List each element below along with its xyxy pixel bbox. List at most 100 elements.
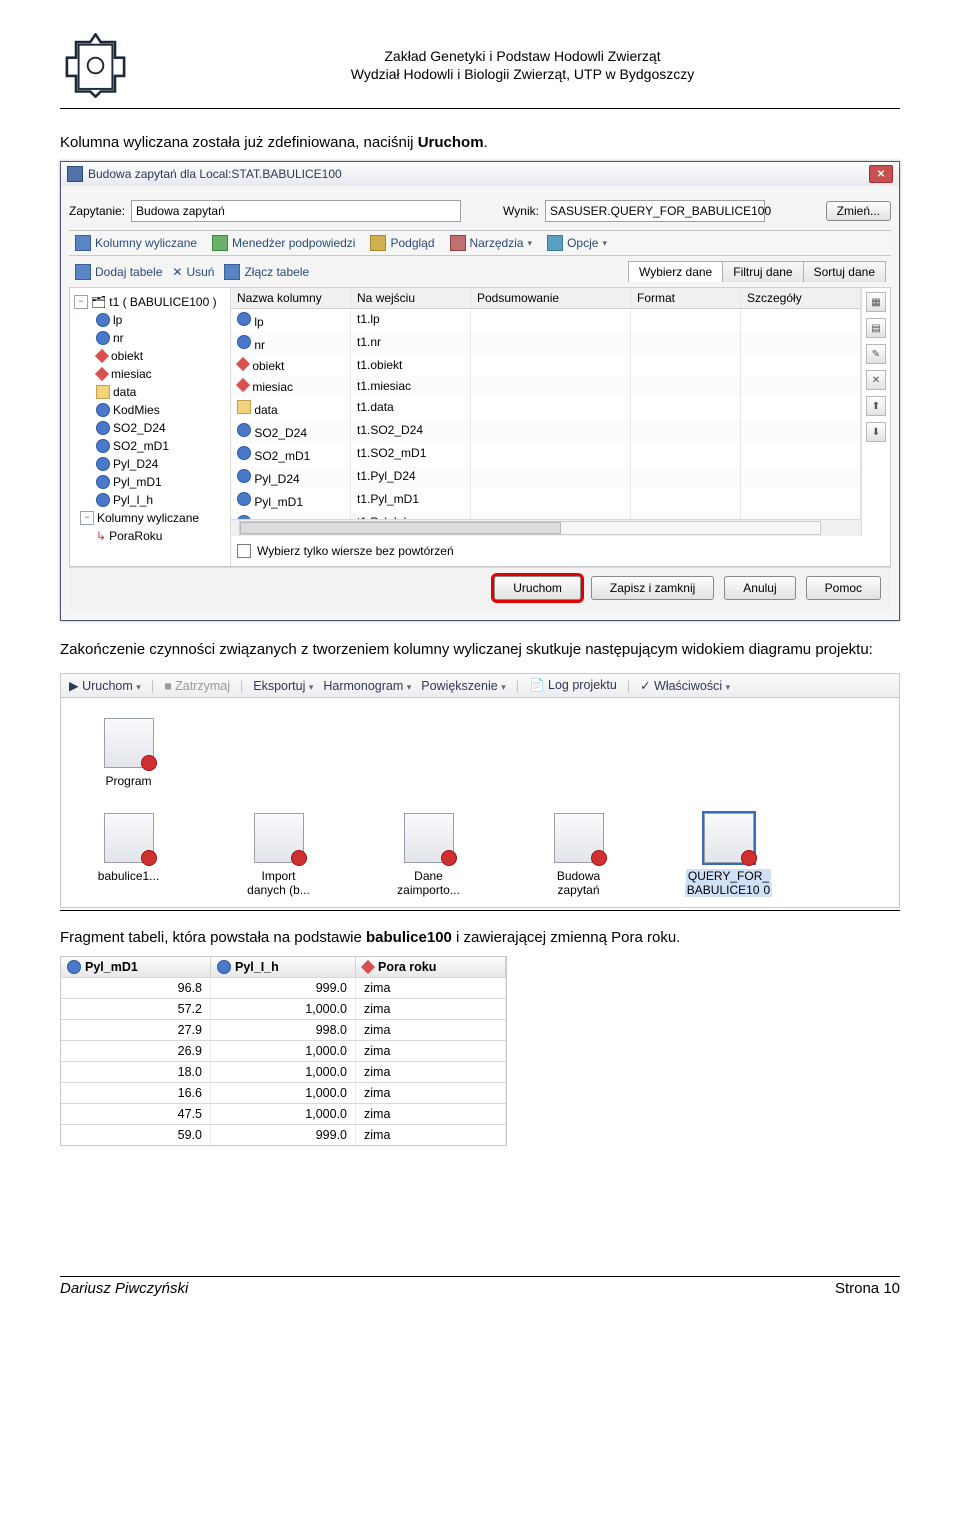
tree-item-KodMies[interactable]: KodMies bbox=[74, 401, 226, 419]
wynik-input[interactable]: SASUSER.QUERY_FOR_BABULICE100 bbox=[545, 200, 765, 222]
tree-item-SO2_mD1[interactable]: SO2_mD1 bbox=[74, 437, 226, 455]
grid-row[interactable]: lpt1.lp bbox=[231, 309, 861, 332]
builder-toolbar: Kolumny wyliczane Menedżer podpowiedzi P… bbox=[69, 230, 891, 256]
tab-sortuj-dane[interactable]: Sortuj dane bbox=[803, 261, 886, 282]
grid-icon[interactable]: ▤ bbox=[866, 318, 886, 338]
table-row: 26.91,000.0zima bbox=[61, 1040, 506, 1061]
node-icon bbox=[254, 813, 304, 863]
zlacz-tabele-button[interactable]: Złącz tabele bbox=[224, 264, 309, 280]
tree-item-miesiac[interactable]: miesiac bbox=[74, 365, 226, 383]
move-up-icon[interactable]: ⬆ bbox=[866, 396, 886, 416]
minus-icon[interactable]: − bbox=[74, 295, 88, 309]
table-row: 96.8999.0zima bbox=[61, 977, 506, 998]
zmien-button[interactable]: Zmień... bbox=[826, 201, 891, 221]
grid-row[interactable]: SO2_D24t1.SO2_D24 bbox=[231, 420, 861, 443]
anuluj-button[interactable]: Anuluj bbox=[724, 576, 795, 600]
horizontal-scrollbar[interactable] bbox=[231, 519, 861, 536]
podglad-button[interactable]: Podgląd bbox=[370, 235, 434, 251]
tree-item-lp[interactable]: lp bbox=[74, 311, 226, 329]
columns-icon bbox=[75, 235, 91, 251]
node-budowa[interactable]: Budowazapytań bbox=[531, 813, 626, 897]
tree-item-Pyl_mD1[interactable]: Pyl_mD1 bbox=[74, 473, 226, 491]
node-babulice1[interactable]: babulice1... bbox=[81, 813, 176, 897]
grid-row[interactable]: Pyl_I_ht1.Pyl_I_h bbox=[231, 512, 861, 519]
tree-item-data[interactable]: data bbox=[74, 383, 226, 401]
minus-icon[interactable]: − bbox=[80, 511, 94, 525]
page-footer: Dariusz Piwczyński Strona 10 bbox=[60, 1276, 900, 1297]
node-query_for_[interactable]: QUERY_FOR_BABULICE100 bbox=[681, 813, 776, 897]
zapytanie-label: Zapytanie: bbox=[69, 204, 125, 218]
wynik-label: Wynik: bbox=[503, 204, 539, 218]
grid-row[interactable]: SO2_mD1t1.SO2_mD1 bbox=[231, 443, 861, 466]
tree-item-Pyl_D24[interactable]: Pyl_D24 bbox=[74, 455, 226, 473]
grid-row[interactable]: datat1.data bbox=[231, 397, 861, 420]
tree-computed-group: Kolumny wyliczane bbox=[97, 509, 199, 527]
run-menu[interactable]: ▶ Uruchom ▾ bbox=[69, 678, 141, 693]
zapytanie-input[interactable]: Budowa zapytań bbox=[131, 200, 461, 222]
col-pora-roku: Pora roku bbox=[356, 957, 506, 977]
header-line1: Zakład Genetyki i Podstaw Hodowli Zwierz… bbox=[145, 47, 900, 65]
table-row: 57.21,000.0zima bbox=[61, 998, 506, 1019]
node-dane[interactable]: Danezaimporto... bbox=[381, 813, 476, 897]
dodaj-tabele-button[interactable]: Dodaj tabele bbox=[75, 264, 162, 280]
source-tree[interactable]: −🗂 t1 ( BABULICE100 ) lp nr obiekt miesi… bbox=[70, 288, 231, 566]
powiekszenie-menu[interactable]: Powiększenie ▾ bbox=[421, 679, 505, 693]
narzedzia-menu[interactable]: Narzędzia ▾ bbox=[450, 235, 533, 251]
select-all-icon[interactable]: ▦ bbox=[866, 292, 886, 312]
close-button[interactable]: ✕ bbox=[869, 165, 893, 183]
node-program[interactable]: Program bbox=[81, 718, 176, 788]
num-icon bbox=[217, 960, 231, 974]
distinct-label: Wybierz tylko wiersze bez powtórzeń bbox=[257, 544, 454, 558]
tree-item-obiekt[interactable]: obiekt bbox=[74, 347, 226, 365]
table-row: 27.9998.0zima bbox=[61, 1019, 506, 1040]
grid-row[interactable]: obiektt1.obiekt bbox=[231, 355, 861, 376]
paragraph-1: Kolumna wyliczana została już zdefiniowa… bbox=[60, 134, 900, 151]
project-diagram[interactable]: Program babulice1... Importdanych (b... Da… bbox=[60, 698, 900, 908]
log-projektu-button[interactable]: 📄 Log projektu bbox=[529, 678, 617, 693]
para1-post: . bbox=[484, 134, 488, 151]
paragraph-3: Fragment tabeli, która powstała na podst… bbox=[60, 929, 900, 946]
join-icon bbox=[224, 264, 240, 280]
tab-filtruj-dane[interactable]: Filtruj dane bbox=[722, 261, 803, 282]
stop-button: ■ Zatrzymaj bbox=[164, 679, 230, 693]
tree-poraroku[interactable]: PoraRoku bbox=[109, 527, 162, 545]
zapisz-button[interactable]: Zapisz i zamknij bbox=[591, 576, 714, 600]
program-icon bbox=[104, 718, 154, 768]
grid-row[interactable]: miesiact1.miesiac bbox=[231, 376, 861, 397]
grid-row[interactable]: nrt1.nr bbox=[231, 332, 861, 355]
tree-item-SO2_D24[interactable]: SO2_D24 bbox=[74, 419, 226, 437]
usun-button[interactable]: ✕ Usuń bbox=[172, 265, 214, 279]
export-menu[interactable]: Eksportuj ▾ bbox=[253, 679, 313, 693]
table-toolbar: Dodaj tabele ✕ Usuń Złącz tabele Wybierz… bbox=[69, 256, 891, 288]
header-line2: Wydział Hodowli i Biologii Zwierząt, UTP… bbox=[145, 65, 900, 83]
prompt-icon bbox=[212, 235, 228, 251]
pomoc-button[interactable]: Pomoc bbox=[806, 576, 881, 600]
node-icon bbox=[404, 813, 454, 863]
grid-row[interactable]: Pyl_mD1t1.Pyl_mD1 bbox=[231, 489, 861, 512]
node-icon bbox=[554, 813, 604, 863]
kolumny-wyliczane-button[interactable]: Kolumny wyliczane bbox=[75, 235, 197, 251]
edit-icon[interactable]: ✎ bbox=[866, 344, 886, 364]
window-title: Budowa zapytań dla Local:STAT.BABULICE10… bbox=[88, 167, 869, 181]
col-pyl-ih: Pyl_I_h bbox=[211, 957, 356, 977]
grid-row[interactable]: Pyl_D24t1.Pyl_D24 bbox=[231, 466, 861, 489]
node-icon bbox=[704, 813, 754, 863]
window-titlebar[interactable]: Budowa zapytań dla Local:STAT.BABULICE10… bbox=[61, 162, 899, 186]
node-import[interactable]: Importdanych (b... bbox=[231, 813, 326, 897]
tree-root: t1 ( BABULICE100 ) bbox=[109, 293, 216, 311]
table-row: 59.0999.0zima bbox=[61, 1124, 506, 1145]
tab-wybierz-dane[interactable]: Wybierz dane bbox=[628, 261, 723, 282]
move-down-icon[interactable]: ⬇ bbox=[866, 422, 886, 442]
wlasciwosci-menu[interactable]: ✓ Właściwości ▾ bbox=[640, 678, 730, 693]
opcje-menu[interactable]: Opcje ▾ bbox=[547, 235, 607, 251]
table-row: 47.51,000.0zima bbox=[61, 1103, 506, 1124]
distinct-checkbox[interactable] bbox=[237, 544, 251, 558]
menedzer-button[interactable]: Menedżer podpowiedzi bbox=[212, 235, 355, 251]
preview-icon bbox=[370, 235, 386, 251]
delete-icon[interactable]: ✕ bbox=[866, 370, 886, 390]
doc-header: Zakład Genetyki i Podstaw Hodowli Zwierz… bbox=[60, 30, 900, 109]
tree-item-Pyl_I_h[interactable]: Pyl_I_h bbox=[74, 491, 226, 509]
harmonogram-menu[interactable]: Harmonogram ▾ bbox=[323, 679, 411, 693]
uruchom-button[interactable]: Uruchom bbox=[494, 576, 581, 600]
tree-item-nr[interactable]: nr bbox=[74, 329, 226, 347]
